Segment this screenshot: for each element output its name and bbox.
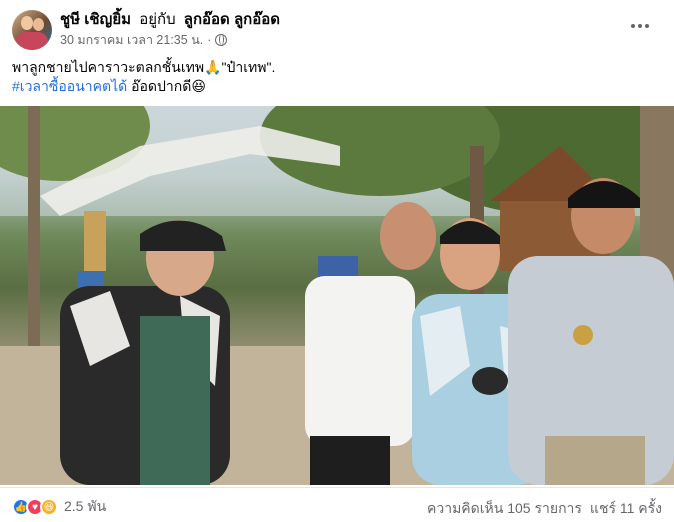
- avatar-face-2: [33, 18, 44, 31]
- post-header: ชูษี เชิญยิ้ม อยู่กับ ลูกอ๊อด ลูกอ๊อด 30…: [12, 8, 662, 50]
- post-stats: ความคิดเห็น 105 รายการ แชร์ 11 ครั้ง: [427, 498, 662, 520]
- hashtag-link[interactable]: #เวลาซื้ออนาคตได้: [12, 78, 127, 94]
- tagged-user[interactable]: ลูกอ๊อด ลูกอ๊อด: [184, 11, 280, 28]
- with-label: อยู่กับ: [139, 11, 176, 28]
- post-text: พาลูกชายไปคาราวะตลกชั้นเทพ🙏"ป๋าเทพ". #เว…: [12, 58, 662, 96]
- more-options-button[interactable]: [626, 16, 654, 36]
- comment-count[interactable]: ความคิดเห็น 105 รายการ: [427, 498, 582, 520]
- haha-icon: 😆: [40, 498, 58, 516]
- share-count[interactable]: แชร์ 11 ครั้ง: [590, 498, 662, 520]
- post-text-line-2: #เวลาซื้ออนาคตได้ อ๊อดปากดี😆: [12, 77, 662, 96]
- post-text-line-1: พาลูกชายไปคาราวะตลกชั้นเทพ🙏"ป๋าเทพ".: [12, 59, 276, 75]
- photo-scene: [0, 106, 674, 485]
- author-name[interactable]: ชูษี เชิญยิ้ม: [60, 11, 131, 28]
- globe-icon[interactable]: [215, 34, 228, 46]
- more-dot: [645, 24, 649, 28]
- reactions-summary[interactable]: 👍 ♥ 😆 2.5 พัน: [12, 496, 106, 518]
- post-footer: 👍 ♥ 😆 2.5 พัน ความคิดเห็น 105 รายการ แชร…: [0, 487, 674, 522]
- post-meta: 30 มกราคม เวลา 21:35 น. ·: [60, 30, 228, 50]
- avatar-face: [21, 16, 33, 30]
- avatar-shirt: [16, 32, 48, 50]
- more-dot: [631, 24, 635, 28]
- more-dot: [638, 24, 642, 28]
- author-line: ชูษี เชิญยิ้ม อยู่กับ ลูกอ๊อด ลูกอ๊อด: [60, 10, 280, 29]
- post-timestamp[interactable]: 30 มกราคม เวลา 21:35 น.: [60, 30, 203, 50]
- meta-separator: ·: [207, 33, 212, 47]
- post-photo[interactable]: [0, 106, 674, 485]
- author-avatar[interactable]: [12, 10, 52, 50]
- post-text-line-2-rest: อ๊อดปากดี😆: [127, 78, 206, 94]
- reaction-count[interactable]: 2.5 พัน: [64, 496, 106, 518]
